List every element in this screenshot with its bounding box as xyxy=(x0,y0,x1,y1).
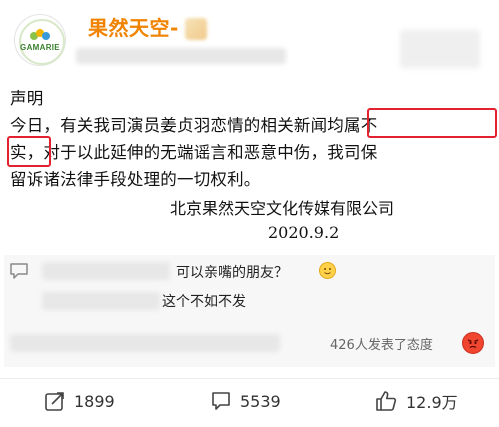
comment-count: 5539 xyxy=(240,391,281,411)
repost-count: 1899 xyxy=(74,391,115,411)
logo-icon xyxy=(29,28,51,43)
like-icon xyxy=(376,391,397,411)
action-divider xyxy=(0,378,499,379)
comment-text: 这个不如不发 xyxy=(162,294,246,310)
like-count: 12.9万 xyxy=(406,393,458,412)
commenter-name-blurred xyxy=(42,292,160,310)
verified-badge-icon xyxy=(185,18,207,40)
highlight-box-top xyxy=(367,108,497,138)
reaction-avatars-blurred xyxy=(10,334,280,352)
reactions-summary[interactable]: 426人发表了态度 xyxy=(330,334,433,353)
repost-button[interactable]: 1899 xyxy=(44,390,115,412)
author-name[interactable]: 果然天空- xyxy=(88,12,179,41)
post-line: 实，对于以此延伸的无端谣言和恶意中伤，我司保 xyxy=(10,143,378,162)
highlight-box-bottom xyxy=(7,136,51,167)
commenter-name-blurred xyxy=(42,262,170,280)
quote-icon xyxy=(10,263,28,279)
avatar-logo-text: GAMARIE xyxy=(20,42,60,52)
angry-emoji-icon xyxy=(462,332,484,354)
repost-icon xyxy=(45,392,64,411)
post-date: 2020.9.2 xyxy=(268,223,340,242)
company-signature: 北京果然天空文化传媒有限公司 xyxy=(170,199,395,218)
comment-text: 可以亲嘴的朋友？ xyxy=(176,265,288,281)
comment-button[interactable]: 5539 xyxy=(210,390,281,412)
avatar[interactable]: GAMARIE xyxy=(14,14,66,66)
post-body: 声明 今日，有关我司演员姜贞羽恋情的相关新闻均属不 实，对于以此延伸的无端谣言和… xyxy=(10,85,495,193)
like-button[interactable]: 12.9万 xyxy=(374,389,458,413)
smile-emoji-icon xyxy=(319,262,336,279)
post-line: 留诉诸法律手段处理的一切权利。 xyxy=(10,170,261,189)
follow-area-blurred xyxy=(400,30,480,68)
post-meta-blurred xyxy=(76,48,286,64)
comment-icon xyxy=(212,392,230,410)
